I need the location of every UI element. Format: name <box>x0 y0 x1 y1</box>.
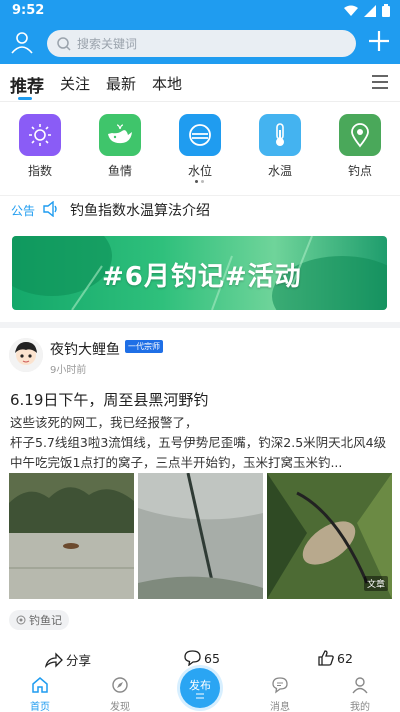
like-button[interactable]: 62 <box>318 650 353 666</box>
post-image-lake[interactable] <box>9 473 134 599</box>
thumbs-up-icon <box>318 650 334 666</box>
status-icons <box>344 4 390 17</box>
rank-badge: 一代宗师 <box>125 340 163 353</box>
profile-icon <box>352 677 368 694</box>
user-profile-icon[interactable] <box>10 30 34 54</box>
whale-icon <box>99 114 141 156</box>
nav-messages[interactable]: 消息 <box>260 676 300 712</box>
location-pin-icon <box>339 114 381 156</box>
post-time: 9小时前 <box>50 365 87 376</box>
category-fish[interactable]: 鱼情 <box>90 114 150 179</box>
announcement-text: 钓鱼指数水温算法介绍 <box>70 203 210 219</box>
share-button[interactable]: 分享 <box>45 650 91 669</box>
search-bar[interactable] <box>47 30 356 57</box>
page-dot <box>201 180 204 183</box>
category-index[interactable]: 指数 <box>10 114 70 179</box>
post-body[interactable]: 这些该死的网工，我已经报警了， 杆子5.7线组3啦3流饵线，五号伊势尼歪嘴，钓深… <box>10 413 392 473</box>
post-author[interactable]: 夜钓大鲤鱼 <box>50 339 120 359</box>
battery-icon <box>382 4 390 17</box>
nav-home[interactable]: 首页 <box>20 676 60 712</box>
activity-banner[interactable]: #6月钓记#活动 <box>12 236 387 310</box>
category-water-temp[interactable]: 水温 <box>250 114 310 179</box>
banner-title: #6月钓记#活动 <box>102 262 302 292</box>
post-images: 文章 <box>9 473 392 599</box>
publish-button[interactable]: 发布 <box>180 668 220 708</box>
category-water-level[interactable]: 水位 <box>170 114 230 179</box>
page-indicator <box>195 180 204 183</box>
avatar[interactable] <box>9 338 43 372</box>
nav-discover[interactable]: 发现 <box>100 676 140 712</box>
menu-icon[interactable] <box>372 75 388 89</box>
publish-label: 发布 <box>189 679 211 692</box>
feed-tabs: 推荐 关注 最新 本地 <box>0 64 400 102</box>
comment-count: 65 <box>204 650 220 666</box>
post-body-line: 杆子5.7线组3啦3流饵线，五号伊势尼歪嘴，钓深2.5米阴天北风4级 <box>10 435 387 450</box>
speaker-icon <box>43 201 57 217</box>
nav-label: 消息 <box>270 702 290 712</box>
nav-label: 首页 <box>30 702 50 712</box>
message-icon <box>272 677 288 694</box>
top-app-bar: 9:52 <box>0 0 400 64</box>
signal-icon <box>364 4 376 17</box>
plus-icon[interactable] <box>366 28 392 54</box>
category-label: 指数 <box>27 164 52 178</box>
active-tab-indicator <box>18 97 32 100</box>
search-icon <box>57 36 71 51</box>
article-label: 文章 <box>363 576 388 591</box>
announcement-bar[interactable]: 公告 钓鱼指数水温算法介绍 <box>0 195 400 223</box>
thermometer-icon <box>259 114 301 156</box>
tab-latest[interactable]: 最新 <box>106 73 136 94</box>
app-bar <box>0 22 400 64</box>
page-dot-active <box>195 180 198 183</box>
post-title[interactable]: 6.19日下午，周至县黑河野钓 <box>10 389 208 410</box>
status-time: 9:52 <box>12 3 45 18</box>
tab-follow[interactable]: 关注 <box>60 73 90 94</box>
announcement-tag: 公告 <box>11 204 36 218</box>
category-fishing-spot[interactable]: 钓点 <box>330 114 390 179</box>
category-label: 水温 <box>267 164 292 178</box>
status-bar: 9:52 <box>0 0 400 22</box>
search-input[interactable] <box>77 36 337 51</box>
publish-lines-icon <box>196 693 204 699</box>
wifi-icon <box>344 5 358 16</box>
comment-button[interactable]: 65 <box>184 650 220 666</box>
share-icon <box>45 651 63 668</box>
share-label: 分享 <box>66 653 92 668</box>
post-topic-tag[interactable]: 钓鱼记 <box>9 610 69 630</box>
tag-label: 钓鱼记 <box>29 614 62 627</box>
nav-label: 我的 <box>350 702 370 712</box>
nav-profile[interactable]: 我的 <box>340 676 380 712</box>
like-count: 62 <box>337 650 353 666</box>
nav-label: 发现 <box>110 702 130 712</box>
tag-icon <box>16 615 26 625</box>
post-body-line: 这些该死的网工，我已经报警了， <box>10 415 198 430</box>
post-image-catch[interactable]: 文章 <box>267 473 392 599</box>
water-level-icon <box>179 114 221 156</box>
badge-text: 一代宗师 <box>128 342 160 351</box>
tab-recommend[interactable]: 推荐 <box>10 72 44 97</box>
section-divider <box>0 322 400 328</box>
post-header: 夜钓大鲤鱼 一代宗师 9小时前 <box>0 334 400 380</box>
category-label: 水位 <box>187 164 212 178</box>
home-icon <box>32 677 48 693</box>
post-image-rod[interactable] <box>138 473 263 599</box>
sun-icon <box>19 114 61 156</box>
category-label: 钓点 <box>347 164 372 178</box>
category-label: 鱼情 <box>107 164 132 178</box>
discover-icon <box>112 677 128 693</box>
category-grid: 指数 鱼情 水位 水温 钓点 <box>0 110 400 190</box>
comment-icon <box>184 650 201 666</box>
tab-local[interactable]: 本地 <box>152 73 182 94</box>
post-body-line: 中午吃完饭1点打的窝子，三点半开始钓，玉米打窝玉米钓... <box>10 455 343 470</box>
